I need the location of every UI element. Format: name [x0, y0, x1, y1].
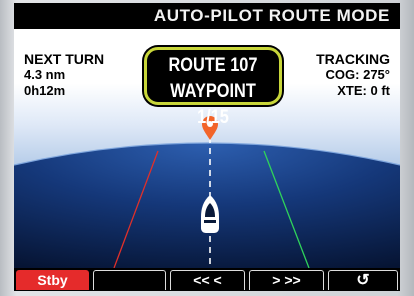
- sea-view: [14, 116, 400, 268]
- autopilot-screen: AUTO-PILOT ROUTE MODE NEXT TURN 4.3 nm 0…: [14, 3, 400, 291]
- waypoint-label: WAYPOINT 1/15: [170, 81, 256, 128]
- starboard-turn-key[interactable]: > >>: [249, 270, 324, 290]
- blank-key[interactable]: [93, 270, 166, 290]
- next-turn-distance: 4.3 nm: [24, 67, 66, 82]
- next-turn-heading: NEXT TURN: [24, 51, 105, 67]
- xte-readout: XTE: 0 ft: [337, 83, 390, 98]
- return-key[interactable]: ↺: [328, 270, 398, 290]
- cog-readout: COG: 275°: [325, 67, 390, 82]
- route-waypoint-box: ROUTE 107 WAYPOINT 1/15: [144, 47, 282, 128]
- softkey-bar: Stby << < > >> ↺: [14, 268, 400, 291]
- next-turn-panel: NEXT TURN 4.3 nm 0h12m: [24, 51, 104, 99]
- tracking-heading: TRACKING: [316, 51, 390, 67]
- route-label: ROUTE 107: [168, 55, 258, 76]
- standby-key[interactable]: Stby: [16, 270, 89, 290]
- port-turn-key[interactable]: << <: [170, 270, 245, 290]
- tracking-panel: TRACKING COG: 275° XTE: 0 ft: [316, 51, 390, 99]
- return-arrow-icon: ↺: [356, 272, 370, 289]
- next-turn-time: 0h12m: [24, 83, 66, 98]
